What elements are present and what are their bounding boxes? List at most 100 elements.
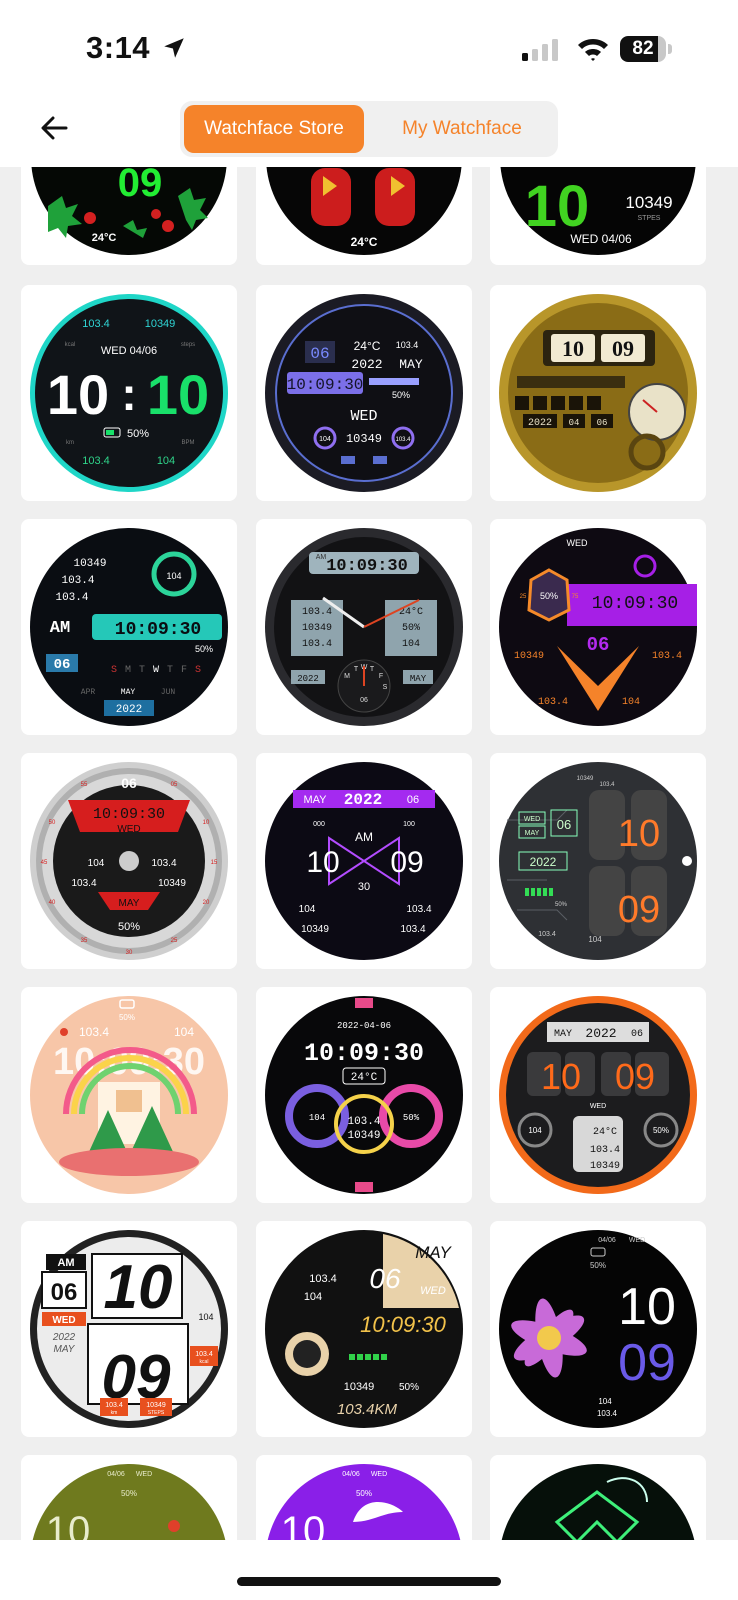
watchface-ampm: AM bbox=[57, 1257, 74, 1269]
watchface-tick: 25 bbox=[171, 938, 178, 944]
watchface-calories: 103.4 bbox=[195, 1351, 213, 1358]
watchface-card[interactable]: 10 09 2022 04 06 bbox=[490, 285, 706, 501]
watchface-date: WED 04/06 bbox=[570, 232, 632, 246]
watchface-year: 2022 bbox=[351, 357, 382, 372]
watchface-label: BPM bbox=[181, 440, 194, 446]
watchface-heart: 104 bbox=[304, 1291, 322, 1303]
watchface-card[interactable]: 04/06 WED 50% 10 09 104 103.4 bbox=[490, 1221, 706, 1437]
watchface-distance: 103.4 bbox=[396, 340, 419, 350]
watchface-day: 06 bbox=[360, 697, 368, 704]
watchface-battery: 50% bbox=[555, 902, 568, 908]
watchface-heart: 104 bbox=[198, 1312, 213, 1322]
watchface-label: kcal bbox=[65, 342, 76, 348]
watchface-card[interactable]: MAY 06 WED 103.4 104 10:09:30 10349 50% … bbox=[256, 1221, 472, 1437]
watchface-battery: 50% bbox=[653, 1126, 669, 1135]
watchface-distance: 103.4 bbox=[302, 607, 332, 618]
top-bar: 3:14 82 Watchface Store My Watchface bbox=[0, 0, 738, 167]
wifi-icon bbox=[578, 39, 608, 61]
watchface-calories: 103.4 bbox=[400, 924, 425, 935]
watchface-distance: 103.4 bbox=[347, 1116, 380, 1128]
watchface-weekday: WED bbox=[350, 408, 377, 425]
watchface-ampm: AM bbox=[355, 830, 373, 844]
back-arrow-icon[interactable] bbox=[36, 110, 72, 146]
watchface-steps: 10349 bbox=[158, 878, 186, 889]
watchface-time: 10:09:30 bbox=[592, 594, 678, 614]
watchface-distance: 103.4 bbox=[82, 455, 110, 467]
watchface-hour: 10 bbox=[306, 846, 339, 879]
watchface-month: MAY bbox=[554, 1029, 572, 1040]
watchface-steps: 10349 bbox=[577, 776, 594, 782]
watchface-weekday: WED bbox=[371, 1471, 387, 1478]
watchface-card[interactable]: 50% 103.4 104 10:09:30 bbox=[21, 987, 237, 1203]
watchface-weekday: S bbox=[195, 665, 201, 676]
watchface-card[interactable]: AM 06 10 WED 2022 MAY 09 104 103.4 kcal … bbox=[21, 1221, 237, 1437]
watchface-tick: 05 bbox=[171, 782, 178, 788]
watchface-card[interactable]: WED 50% 25 75 10:09:30 06 10349 103.4 10… bbox=[490, 519, 706, 735]
watchface-battery: 50% bbox=[590, 1261, 606, 1270]
watchface-card[interactable]: MAY 2022 06 10 09 WED 104 24°C 50% 103.4… bbox=[490, 987, 706, 1203]
watchface-month: MAY bbox=[54, 1344, 76, 1355]
watchface-card[interactable]: 103.4 10349 kcal WED 04/06 steps 10 : 10… bbox=[21, 285, 237, 501]
watchface-heart: 104 bbox=[166, 571, 181, 581]
watchface-preview: 50% 103.4 104 10:09:30 bbox=[28, 994, 230, 1196]
watchface-ampm: AM bbox=[50, 619, 70, 638]
watchface-label: steps bbox=[181, 342, 195, 348]
watchface-day: 06 bbox=[121, 775, 137, 791]
watchface-preview: AM 06 10 WED 2022 MAY 09 104 103.4 kcal … bbox=[28, 1228, 230, 1430]
watchface-year: 2022 bbox=[528, 418, 552, 429]
watchface-calories: 103.4 bbox=[538, 697, 568, 708]
watchface-distance: 103.4 bbox=[652, 651, 682, 662]
watchface-month: MAY bbox=[415, 1243, 452, 1262]
watchface-card[interactable]: AM 10:09:30 103.4 24°C 10349 50% 103.4 1… bbox=[256, 519, 472, 735]
watchface-month: APR bbox=[81, 688, 96, 697]
watchface-label: 000 bbox=[313, 821, 325, 828]
watchface-temp: 24°C bbox=[351, 1072, 378, 1084]
tab-watchface-store[interactable]: Watchface Store bbox=[184, 105, 364, 153]
watchface-card[interactable]: 06 10:09:30 WED 104 103.4 103.4 10349 MA… bbox=[21, 753, 237, 969]
watchface-day: 06 bbox=[631, 1029, 643, 1040]
tab-my-watchface[interactable]: My Watchface bbox=[372, 105, 552, 153]
watchface-distance: 103.4KM bbox=[337, 1401, 398, 1418]
watchface-preview: MAY 06 WED 103.4 104 10:09:30 10349 50% … bbox=[263, 1228, 465, 1430]
watchface-minute: 09 bbox=[618, 1334, 676, 1392]
home-indicator[interactable] bbox=[237, 1577, 501, 1586]
watchface-preview: 10349 103.4 103.4 104 AM 10:09:30 50% 06… bbox=[28, 526, 230, 728]
watchface-card[interactable]: MAY 2022 06 000 100 AM 10 09 30 104 103.… bbox=[256, 753, 472, 969]
watchface-card[interactable]: 10349 103.4 WED 06 MAY 2022 10 09 50% 10… bbox=[490, 753, 706, 969]
watchface-card[interactable]: 10349 103.4 103.4 104 AM 10:09:30 50% 06… bbox=[21, 519, 237, 735]
watchface-year: 2022 bbox=[530, 855, 557, 869]
watchface-year: 2022 bbox=[52, 1332, 76, 1343]
watchface-card[interactable]: 2022-04-06 10:09:30 24°C 104 50% 103.4 1… bbox=[256, 987, 472, 1203]
watchface-weekday: M bbox=[344, 673, 350, 680]
cellular-signal-icon bbox=[522, 39, 558, 61]
watchface-temp: 24°C bbox=[354, 339, 381, 353]
watchface-hour: 10 bbox=[541, 1056, 581, 1097]
watchface-heart: 104 bbox=[174, 1025, 194, 1039]
watchface-month: MAY bbox=[303, 794, 327, 806]
watchface-distance: 103.4 bbox=[597, 1409, 618, 1418]
watchface-day: 06 bbox=[587, 634, 610, 656]
watchface-card[interactable]: 24°C 103.4 06 2022 MAY 10:09:30 50% WED … bbox=[256, 285, 472, 501]
battery-tip bbox=[668, 44, 672, 54]
watchface-weekday: WED bbox=[524, 816, 540, 823]
watchface-time: 09 bbox=[118, 161, 163, 205]
watchface-preview: AM 10:09:30 103.4 24°C 10349 50% 103.4 1… bbox=[263, 526, 465, 728]
watchface-year: 2022 bbox=[116, 704, 142, 716]
watchface-day: 06 bbox=[54, 657, 71, 673]
watchface-battery: 50% bbox=[402, 623, 420, 634]
watchface-preview: 10 09 2022 04 06 bbox=[497, 292, 699, 494]
watchface-hour: 10 bbox=[618, 813, 660, 855]
watchface-hour: 10 bbox=[47, 363, 109, 426]
watchface-date: 2022-04-06 bbox=[337, 1021, 391, 1031]
watchface-weekday: S bbox=[111, 665, 117, 676]
watchface-year: 2022 bbox=[344, 791, 382, 809]
watchface-battery: 50% bbox=[540, 591, 558, 601]
watchface-calories: 103.4 bbox=[302, 639, 332, 650]
watchface-label: kcal bbox=[200, 1359, 209, 1365]
watchface-steps: 10349 bbox=[302, 623, 332, 634]
watchface-steps-label: STPES bbox=[638, 215, 661, 222]
watchface-heart: 104 bbox=[88, 858, 105, 869]
watchface-battery: 50% bbox=[392, 390, 410, 400]
watchface-time: 10:09:30 bbox=[360, 1312, 446, 1337]
watchface-preview: 06 10:09:30 WED 104 103.4 103.4 10349 MA… bbox=[28, 760, 230, 962]
